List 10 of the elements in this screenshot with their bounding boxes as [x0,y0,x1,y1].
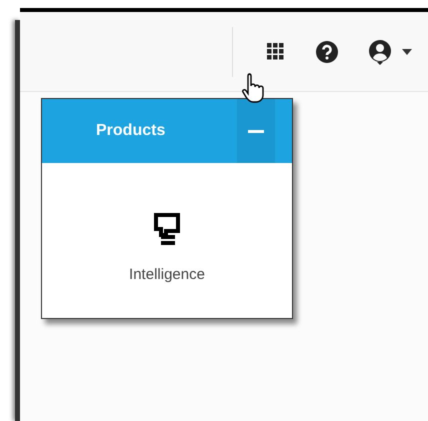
user-icon [368,38,392,64]
account-button[interactable] [368,38,412,64]
caret-icon [402,48,412,54]
help-icon[interactable] [316,40,338,62]
panel-title: Products [96,121,166,141]
collapse-button[interactable] [237,99,275,163]
product-label: Intelligence [129,265,205,285]
product-tile[interactable]: Intelligence [129,213,205,286]
minus-icon [248,130,264,132]
bulb-icon [154,213,180,246]
